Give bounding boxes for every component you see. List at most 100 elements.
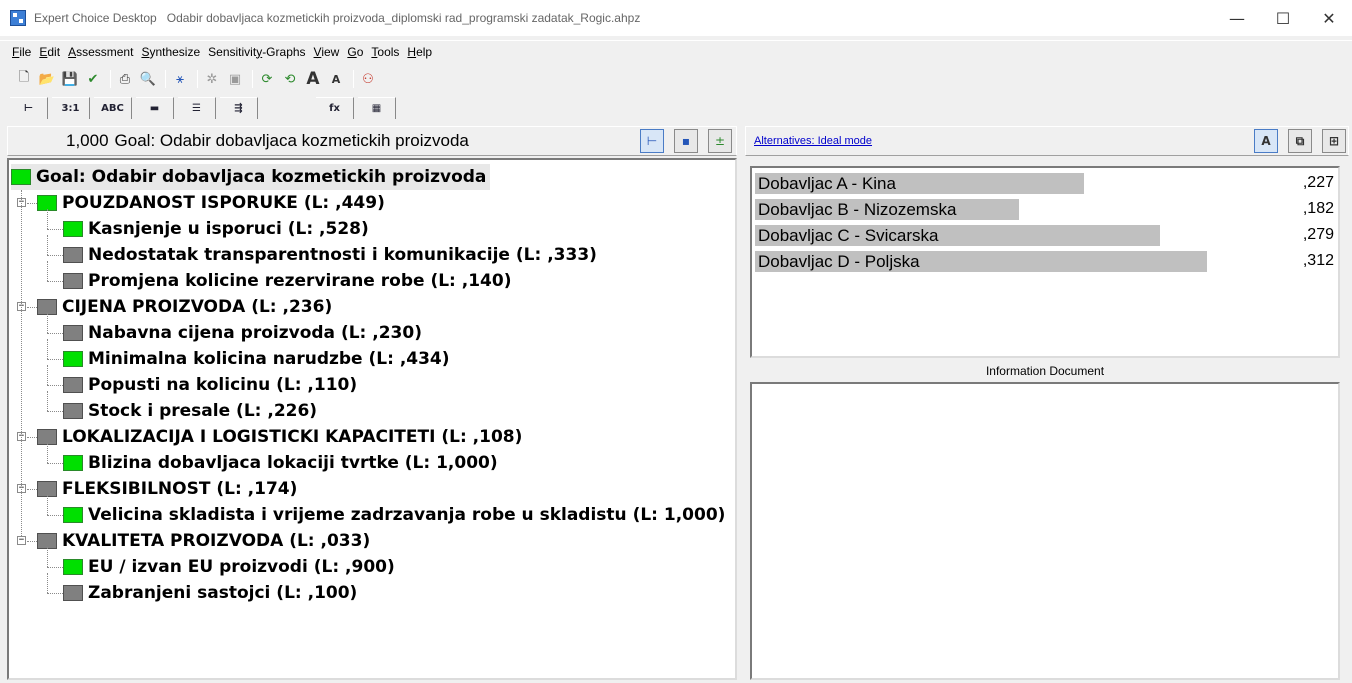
alternative-row[interactable]: Dobavljac A - Kina ,227 <box>755 172 1337 194</box>
node-label: Goal: Odabir dobavljaca kozmetickih proi… <box>36 167 487 187</box>
refresh-icon[interactable]: ⟳ <box>257 69 277 89</box>
green-node-icon <box>63 351 83 367</box>
grey-node-icon <box>63 325 83 341</box>
right-header-buttons: A ⧉ ⊞ <box>1244 129 1346 153</box>
node-label: POUZDANOST ISPORUKE (L: ,449) <box>62 193 385 213</box>
open-folder-icon[interactable]: 📂 <box>37 69 57 89</box>
subcriterion-node[interactable]: Nabavna cijena proizvoda (L: ,230) <box>63 320 422 346</box>
subcriterion-node[interactable]: EU / izvan EU proizvodi (L: ,900) <box>63 554 395 580</box>
subcriterion-node[interactable]: Stock i presale (L: ,226) <box>63 398 317 424</box>
node-label: Stock i presale (L: ,226) <box>88 401 318 421</box>
tree-connector <box>47 547 48 567</box>
tree-connector <box>47 359 63 360</box>
alternative-row[interactable]: Dobavljac C - Svicarska ,279 <box>755 224 1337 246</box>
font-larger-icon[interactable]: A <box>303 69 323 89</box>
font-smaller-icon[interactable]: A <box>326 69 346 89</box>
new-file-icon[interactable]: 🗋 <box>14 69 34 89</box>
green-node-icon <box>63 455 83 471</box>
menu-view[interactable]: View <box>314 45 340 59</box>
goal-node[interactable]: Goal: Odabir dobavljaca kozmetickih proi… <box>11 164 491 190</box>
pairwise-numeric-tab[interactable]: 3:1 <box>52 97 90 119</box>
node-label: Velicina skladista i vrijeme zadrzavanja… <box>88 505 726 525</box>
green-node-icon <box>11 169 31 185</box>
menu-help[interactable]: Help <box>407 45 432 59</box>
grey-node-icon <box>63 247 83 263</box>
subcriterion-node[interactable]: Minimalna kolicina narudzbe (L: ,434) <box>63 346 450 372</box>
node-label: Nedostatak transparentnosti i komunikaci… <box>88 245 597 265</box>
node-label: Promjena kolicine rezervirane robe (L: ,… <box>88 271 512 291</box>
menu-sensitivity-graphs[interactable]: Sensitivity-Graphs <box>208 45 305 59</box>
alternative-name: Dobavljac C - Svicarska <box>758 226 939 245</box>
subcriterion-node[interactable]: Popusti na kolicinu (L: ,110) <box>63 372 357 398</box>
tree-view-icon[interactable]: ⊢ <box>640 129 664 153</box>
criterion-node[interactable]: CIJENA PROIZVODA (L: ,236) <box>37 294 332 320</box>
subcriterion-node[interactable]: Velicina skladista i vrijeme zadrzavanja… <box>63 502 725 528</box>
subcriterion-node[interactable]: Kasnjenje u isporuci (L: ,528) <box>63 216 369 242</box>
criterion-node[interactable]: POUZDANOST ISPORUKE (L: ,449) <box>37 190 385 216</box>
hierarchy-icon[interactable]: ⚹ <box>170 69 190 89</box>
grid-tab[interactable]: ▦ <box>358 97 396 119</box>
toolbar-separator <box>197 70 198 88</box>
save-icon[interactable]: 💾 <box>60 69 80 89</box>
subcriterion-node[interactable]: Blizina dobavljaca lokaciji tvrtke (L: 1… <box>63 450 498 476</box>
checkmark-icon[interactable]: ✔ <box>83 69 103 89</box>
criterion-node[interactable]: KVALITETA PROIZVODA (L: ,033) <box>37 528 370 554</box>
green-node-icon <box>63 507 83 523</box>
subcriterion-node[interactable]: Promjena kolicine rezervirane robe (L: ,… <box>63 268 511 294</box>
subcriterion-node[interactable]: Zabranjeni sastojci (L: ,100) <box>63 580 357 606</box>
tree-connector <box>27 203 37 204</box>
maximize-button[interactable]: ☐ <box>1260 0 1306 36</box>
window-title-file: Odabir dobavljaca kozmetickih proizvoda_… <box>166 11 641 25</box>
direct-tab[interactable]: ⇶ <box>220 97 258 119</box>
graphical-tab[interactable]: ▬ <box>136 97 174 119</box>
tree-view-tab[interactable]: ⊢ <box>10 97 48 119</box>
print-preview-icon[interactable]: 🔍 <box>138 69 158 89</box>
menu-tools[interactable]: Tools <box>371 45 399 59</box>
font-settings-icon[interactable]: A <box>1254 129 1278 153</box>
menu-bar: File Edit Assessment Synthesize Sensitivity-… <box>0 40 1352 62</box>
tree-connector <box>47 391 48 411</box>
formula-tab[interactable]: fx <box>316 97 354 119</box>
add-alternative-icon[interactable]: ⊞ <box>1322 129 1346 153</box>
menu-synthesize[interactable]: Synthesize <box>141 45 200 59</box>
alternative-name: Dobavljac D - Poljska <box>758 252 920 271</box>
toolbar-separator <box>165 70 166 88</box>
node-label: Popusti na kolicinu (L: ,110) <box>88 375 358 395</box>
criterion-node[interactable]: FLEKSIBILNOST (L: ,174) <box>37 476 297 502</box>
print-icon[interactable]: ⎙ <box>115 69 135 89</box>
minimize-button[interactable]: — <box>1214 0 1260 36</box>
alternative-row[interactable]: Dobavljac B - Nizozemska ,182 <box>755 198 1337 220</box>
copy-icon[interactable]: ⧉ <box>1288 129 1312 153</box>
verbal-tab[interactable]: ABC <box>94 97 132 119</box>
node-label: Nabavna cijena proizvoda (L: ,230) <box>88 323 422 343</box>
alternative-name: Dobavljac A - Kina <box>758 174 896 193</box>
alternatives-list[interactable]: Dobavljac A - Kina ,227 Dobavljac B - Nizo… <box>750 166 1340 358</box>
people-icon[interactable]: ⚇ <box>358 69 378 89</box>
criterion-node[interactable]: LOKALIZACIJA I LOGISTICKI KAPACITETI (L:… <box>37 424 522 450</box>
alternatives-mode-link[interactable]: Alternatives: Ideal mode <box>754 135 872 147</box>
node-view-icon[interactable]: ▪ <box>674 129 698 153</box>
plus-minus-icon[interactable]: ± <box>708 129 732 153</box>
alternative-value: ,182 <box>1302 200 1334 217</box>
pane-splitter[interactable] <box>737 122 745 683</box>
information-document-area[interactable] <box>750 382 1340 680</box>
left-header-buttons: ⊢ ▪ ± <box>630 129 732 153</box>
refresh-alt-icon[interactable]: ⟲ <box>280 69 300 89</box>
view-tabs: ⊢ 3:1 ABC ▬ ☰ ⇶ fx ▦ <box>0 95 1352 119</box>
subcriterion-node[interactable]: Nedostatak transparentnosti i komunikaci… <box>63 242 597 268</box>
grey-tool-icon[interactable]: ▣ <box>225 69 245 89</box>
green-node-icon <box>63 221 83 237</box>
goal-header-title: Goal: Odabir dobavljaca kozmetickih proi… <box>114 131 469 150</box>
questionnaire-tab[interactable]: ☰ <box>178 97 216 119</box>
information-document-label: Information Document <box>985 364 1105 378</box>
menu-go[interactable]: Go <box>347 45 363 59</box>
menu-edit[interactable]: Edit <box>39 45 60 59</box>
menu-file[interactable]: File <box>12 45 31 59</box>
alternative-row[interactable]: Dobavljac D - Poljska ,312 <box>755 250 1337 272</box>
collapse-toggle-icon[interactable]: − <box>17 536 26 545</box>
tree-connector <box>47 313 48 333</box>
hierarchy-tree[interactable]: Goal: Odabir dobavljaca kozmetickih proi… <box>7 158 737 680</box>
close-button[interactable]: ✕ <box>1306 0 1352 36</box>
menu-assessment[interactable]: Assessment <box>68 45 133 59</box>
cluster-icon[interactable]: ✲ <box>202 69 222 89</box>
